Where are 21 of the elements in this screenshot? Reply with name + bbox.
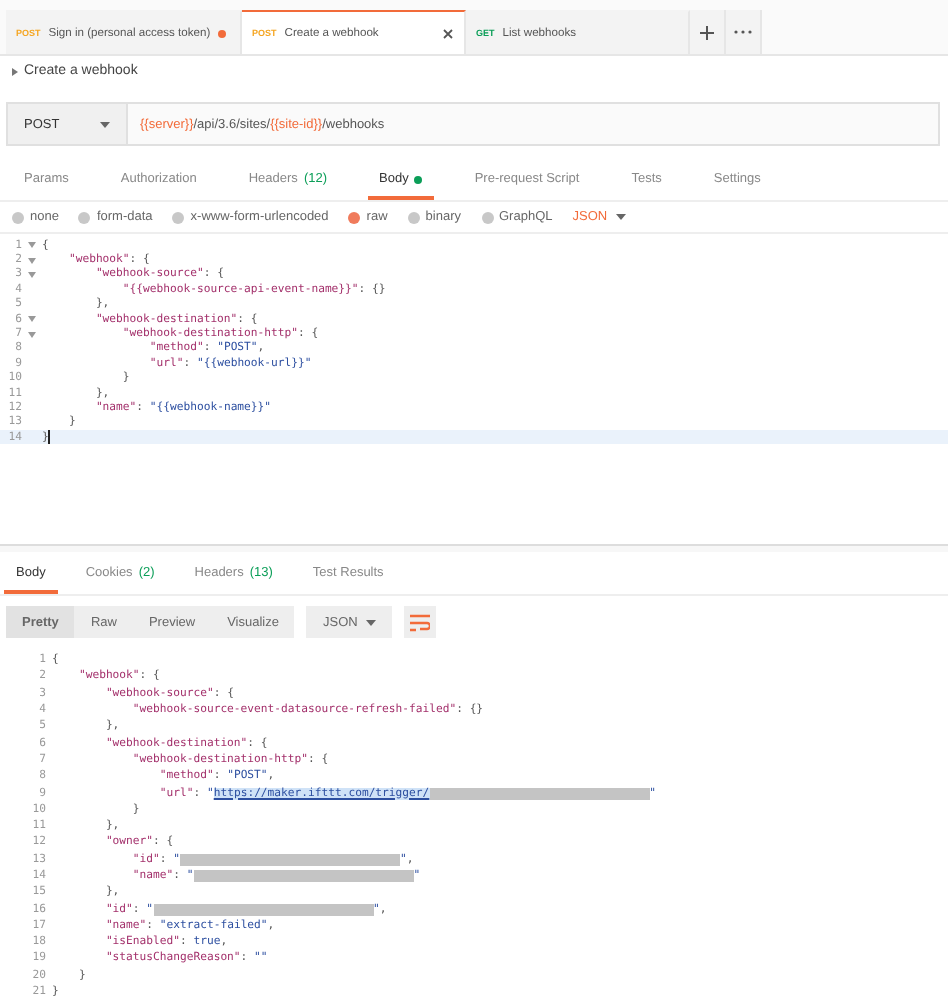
close-icon[interactable] — [442, 27, 454, 39]
radio-circle[interactable] — [481, 211, 493, 223]
dropdown-caret-icon — [615, 214, 626, 220]
wrap-lines-icon — [409, 613, 430, 631]
fold-caret-icon[interactable] — [28, 271, 36, 278]
wrap-lines-button[interactable] — [403, 606, 436, 638]
fold-caret-icon[interactable] — [28, 331, 36, 338]
expand-caret-icon[interactable] — [12, 67, 18, 75]
radio-circle[interactable] — [407, 211, 420, 223]
radio-circle[interactable] — [78, 211, 91, 223]
radio-circle[interactable] — [348, 211, 361, 223]
unsaved-dot — [218, 29, 227, 37]
radio-circle[interactable] — [172, 211, 185, 223]
dropdown-caret-icon — [365, 619, 376, 625]
new-tab-button[interactable] — [690, 10, 726, 54]
fold-caret-icon[interactable] — [28, 242, 36, 249]
fold-caret-icon[interactable] — [28, 257, 36, 264]
plus-icon — [700, 25, 714, 39]
text-cursor — [48, 430, 51, 445]
radio-circle[interactable] — [12, 211, 24, 223]
fold-caret-icon[interactable] — [28, 316, 36, 323]
